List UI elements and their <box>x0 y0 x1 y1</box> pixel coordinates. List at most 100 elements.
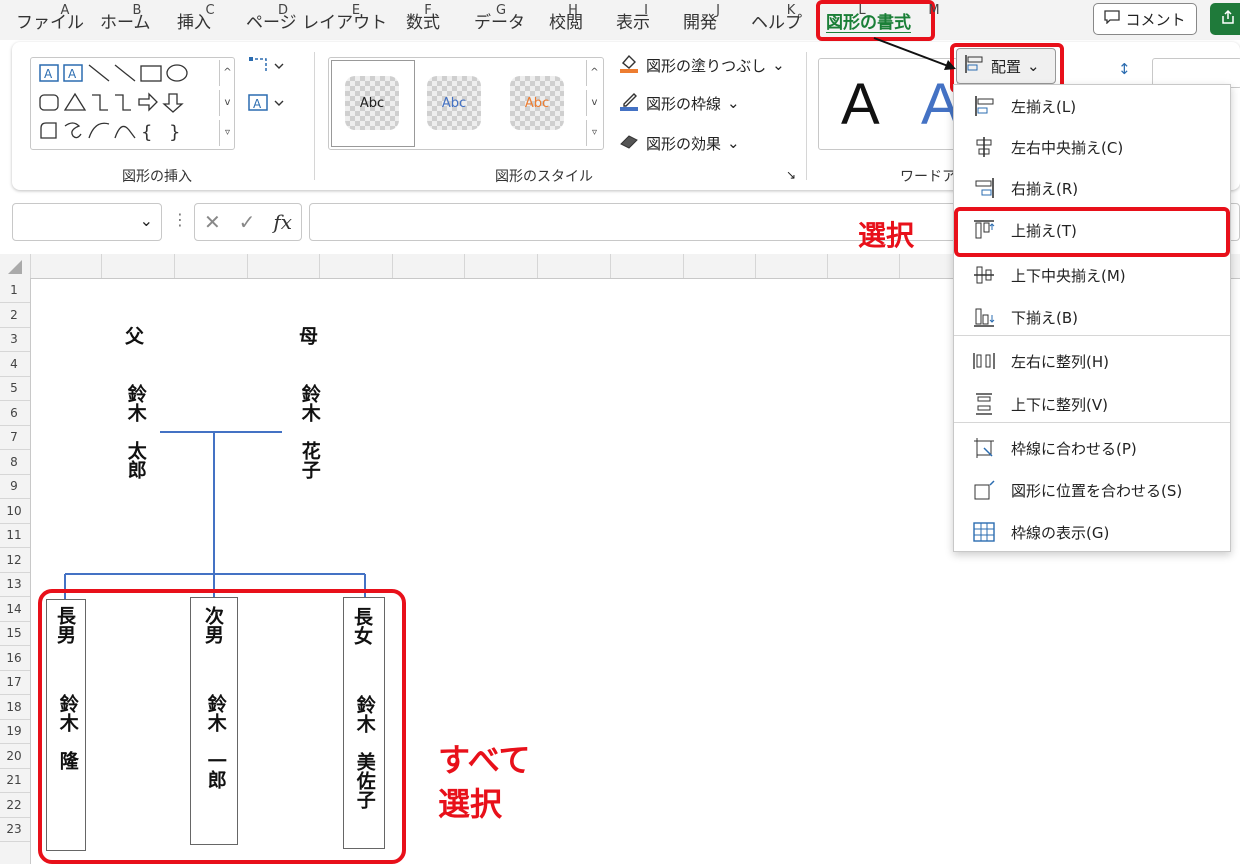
column-header[interactable]: K <box>781 3 801 18</box>
row-header[interactable]: 7 <box>0 430 28 444</box>
row-divider <box>0 302 30 303</box>
svg-text:}: } <box>169 122 181 143</box>
menu-item-label: 左右中央揃え(C) <box>1011 138 1124 157</box>
align-right-icon <box>972 176 998 200</box>
menu-item-distribute-vertical[interactable]: 上下に整列(V) <box>954 384 1230 424</box>
row-header[interactable]: 18 <box>0 700 28 714</box>
select-callout: 選択 <box>858 219 915 252</box>
shape-effects-button[interactable]: 図形の効果 ⌄ <box>618 130 740 156</box>
style-sample-1[interactable]: Abc <box>345 76 399 130</box>
menu-item-snap-to-grid[interactable]: 枠線に合わせる(P) <box>954 428 1230 468</box>
gallery-expand-icon[interactable]: ▿ <box>219 120 235 146</box>
shape-outline-button[interactable]: 図形の枠線 ⌄ <box>618 90 740 116</box>
row-header[interactable]: 15 <box>0 626 28 640</box>
style-scroll-up-icon[interactable]: ^ <box>586 60 602 86</box>
row-header[interactable]: 21 <box>0 773 28 787</box>
shape-style-gallery[interactable]: Abc Abc Abc ^ v ▿ <box>328 57 604 150</box>
mother-title[interactable]: 母 <box>296 326 318 345</box>
gallery-scroll-up-icon[interactable]: ^ <box>219 60 235 86</box>
column-header[interactable]: M <box>924 3 944 18</box>
enter-icon[interactable]: ✓ <box>239 210 256 234</box>
view-gridlines-icon <box>972 520 998 544</box>
menu-item-align-left[interactable]: 左揃え(L) <box>954 86 1230 126</box>
name-box[interactable]: ⌄ <box>12 203 162 241</box>
row-header[interactable]: 2 <box>0 308 28 322</box>
father-name[interactable]: 鈴木 太郎 <box>123 384 148 479</box>
insert-function-icon[interactable]: fx <box>273 210 292 234</box>
mother-name[interactable]: 鈴木 花子 <box>297 384 322 479</box>
align-middle-icon <box>972 263 998 287</box>
svg-text:{: { <box>141 122 153 143</box>
menu-separator <box>954 422 1230 423</box>
column-header[interactable]: D <box>273 3 293 18</box>
svg-text:A: A <box>44 67 53 81</box>
wordart-sample-1[interactable]: A <box>841 71 880 138</box>
share-icon <box>1220 9 1236 29</box>
menu-separator <box>954 335 1230 336</box>
row-header[interactable]: 19 <box>0 724 28 738</box>
row-header[interactable]: 5 <box>0 381 28 395</box>
row-header[interactable]: 1 <box>0 283 28 297</box>
row-header[interactable]: 13 <box>0 577 28 591</box>
row-header[interactable]: 20 <box>0 749 28 763</box>
row-divider <box>0 449 30 450</box>
edit-shape-button[interactable] <box>248 56 288 80</box>
style-sample-2[interactable]: Abc <box>427 76 481 130</box>
column-divider <box>30 254 31 278</box>
menu-item-align-right[interactable]: 右揃え(R) <box>954 168 1230 208</box>
row-header[interactable]: 17 <box>0 675 28 689</box>
menu-item-view-gridlines[interactable]: 枠線の表示(G) <box>954 512 1230 552</box>
row-divider <box>0 424 30 426</box>
row-header[interactable]: 22 <box>0 798 28 812</box>
select-all-icon[interactable] <box>6 258 24 276</box>
menu-item-label: 下揃え(B) <box>1011 308 1078 327</box>
wordart-group-label: ワードア <box>900 169 956 185</box>
row-header[interactable]: 23 <box>0 822 28 836</box>
row-header[interactable]: 16 <box>0 651 28 665</box>
row-divider <box>0 620 30 622</box>
menu-item-distribute-horizontal[interactable]: 左右に整列(H) <box>954 341 1230 381</box>
align-bottom-icon <box>972 305 998 329</box>
menu-item-align-middle[interactable]: 上下中央揃え(M) <box>954 255 1230 295</box>
row-divider <box>0 375 30 377</box>
row-header[interactable]: 6 <box>0 406 28 420</box>
row-header[interactable]: 14 <box>0 602 28 616</box>
row-header[interactable]: 3 <box>0 332 28 346</box>
menu-item-align-center[interactable]: 左右中央揃え(C) <box>954 127 1230 167</box>
row-header[interactable]: 4 <box>0 357 28 371</box>
column-header[interactable]: G <box>491 3 511 18</box>
menu-item-label: 図形に位置を合わせる(S) <box>1011 481 1183 500</box>
row-header[interactable]: 8 <box>0 455 28 469</box>
father-title[interactable]: 父 <box>122 326 144 345</box>
column-header[interactable]: H <box>563 3 583 18</box>
row-header[interactable]: 11 <box>0 528 28 542</box>
share-button[interactable] <box>1210 3 1240 35</box>
row-header[interactable]: 10 <box>0 504 28 518</box>
comment-button[interactable]: コメント <box>1093 3 1197 35</box>
row-header[interactable]: 9 <box>0 479 28 493</box>
gallery-scroll-down-icon[interactable]: v <box>219 90 235 116</box>
dialog-launcher-icon[interactable]: ↘ <box>786 168 796 182</box>
column-header[interactable]: B <box>127 3 147 18</box>
menu-item-align-bottom[interactable]: 下揃え(B) <box>954 297 1230 337</box>
align-left-icon <box>972 94 998 118</box>
insert-shapes-group-label: 図形の挿入 <box>122 169 192 185</box>
style-expand-icon[interactable]: ▿ <box>586 120 602 146</box>
text-box-button[interactable]: A <box>248 93 288 117</box>
menu-item-snap-to-shape[interactable]: 図形に位置を合わせる(S) <box>954 470 1230 510</box>
column-header[interactable]: F <box>418 3 438 18</box>
column-header[interactable]: E <box>346 3 366 18</box>
row-divider <box>0 596 30 597</box>
column-header[interactable]: A <box>55 3 75 18</box>
shape-fill-button[interactable]: 図形の塗りつぶし ⌄ <box>618 52 785 78</box>
style-sample-3[interactable]: Abc <box>510 76 564 130</box>
column-header[interactable]: J <box>708 3 728 18</box>
style-scroll-down-icon[interactable]: v <box>586 90 602 116</box>
column-header[interactable]: C <box>200 3 220 18</box>
shape-gallery[interactable]: A A { } ^ v ▿ <box>30 57 235 150</box>
cancel-icon[interactable]: ✕ <box>204 210 221 234</box>
column-header[interactable]: I <box>636 3 656 18</box>
column-header[interactable]: L <box>852 3 872 18</box>
row-header[interactable]: 12 <box>0 553 28 567</box>
row-divider <box>0 571 30 573</box>
